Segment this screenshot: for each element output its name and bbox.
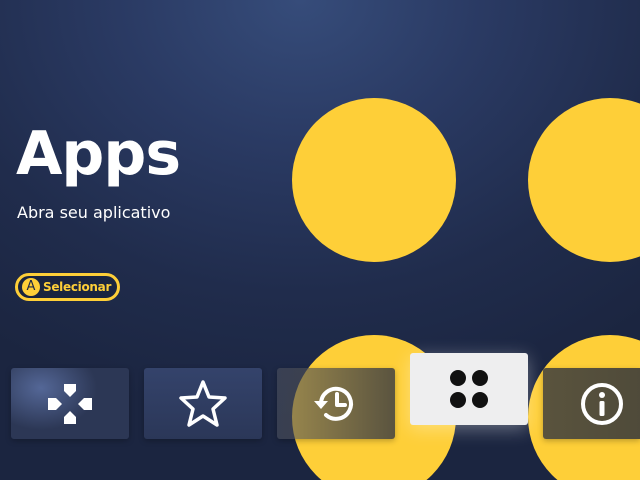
menu-tile-games[interactable]: [11, 368, 129, 439]
select-hint-label: Selecionar: [43, 280, 112, 294]
gamepad-icon: [46, 380, 94, 428]
menu-tile-apps[interactable]: [410, 353, 528, 425]
menu-tile-info[interactable]: [543, 368, 640, 439]
star-icon: [177, 378, 229, 430]
apps-screen: Apps Abra seu aplicativo A Selecionar: [0, 0, 640, 480]
menu-tile-history[interactable]: [277, 368, 395, 439]
info-icon: [579, 381, 625, 427]
page-title: Apps: [16, 119, 181, 189]
decorative-circle: [292, 98, 456, 262]
apps-grid-icon: [446, 366, 492, 412]
a-button-icon: A: [22, 278, 40, 296]
history-icon: [311, 379, 361, 429]
page-subtitle: Abra seu aplicativo: [17, 203, 171, 222]
decorative-circle: [528, 98, 640, 262]
menu-tile-favorites[interactable]: [144, 368, 262, 439]
select-button-hint[interactable]: A Selecionar: [15, 273, 121, 301]
